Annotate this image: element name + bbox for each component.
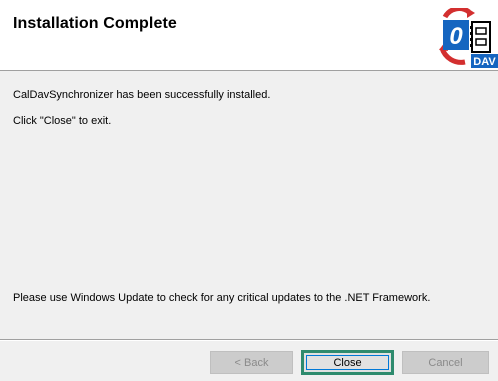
cancel-button[interactable]: Cancel — [402, 351, 489, 374]
logo-digit: 0 — [449, 23, 463, 50]
logo-dav-text: DAV — [473, 56, 496, 68]
cancel-button-label: Cancel — [428, 356, 463, 369]
windows-update-notice: Please use Windows Update to check for a… — [13, 292, 431, 304]
installed-message: CalDavSynchronizer has been successfully… — [13, 89, 271, 101]
close-instruction: Click "Close" to exit. — [13, 115, 112, 127]
close-button-label: Close — [333, 356, 362, 369]
footer-divider — [0, 339, 498, 341]
back-button[interactable]: < Back — [210, 351, 293, 374]
close-button[interactable]: Close — [301, 350, 394, 375]
dialog-header: Installation Complete 0 DAV — [0, 0, 498, 71]
back-button-label: < Back — [234, 356, 269, 369]
caldav-synchronizer-logo: 0 DAV — [439, 8, 498, 68]
page-title: Installation Complete — [13, 15, 177, 32]
